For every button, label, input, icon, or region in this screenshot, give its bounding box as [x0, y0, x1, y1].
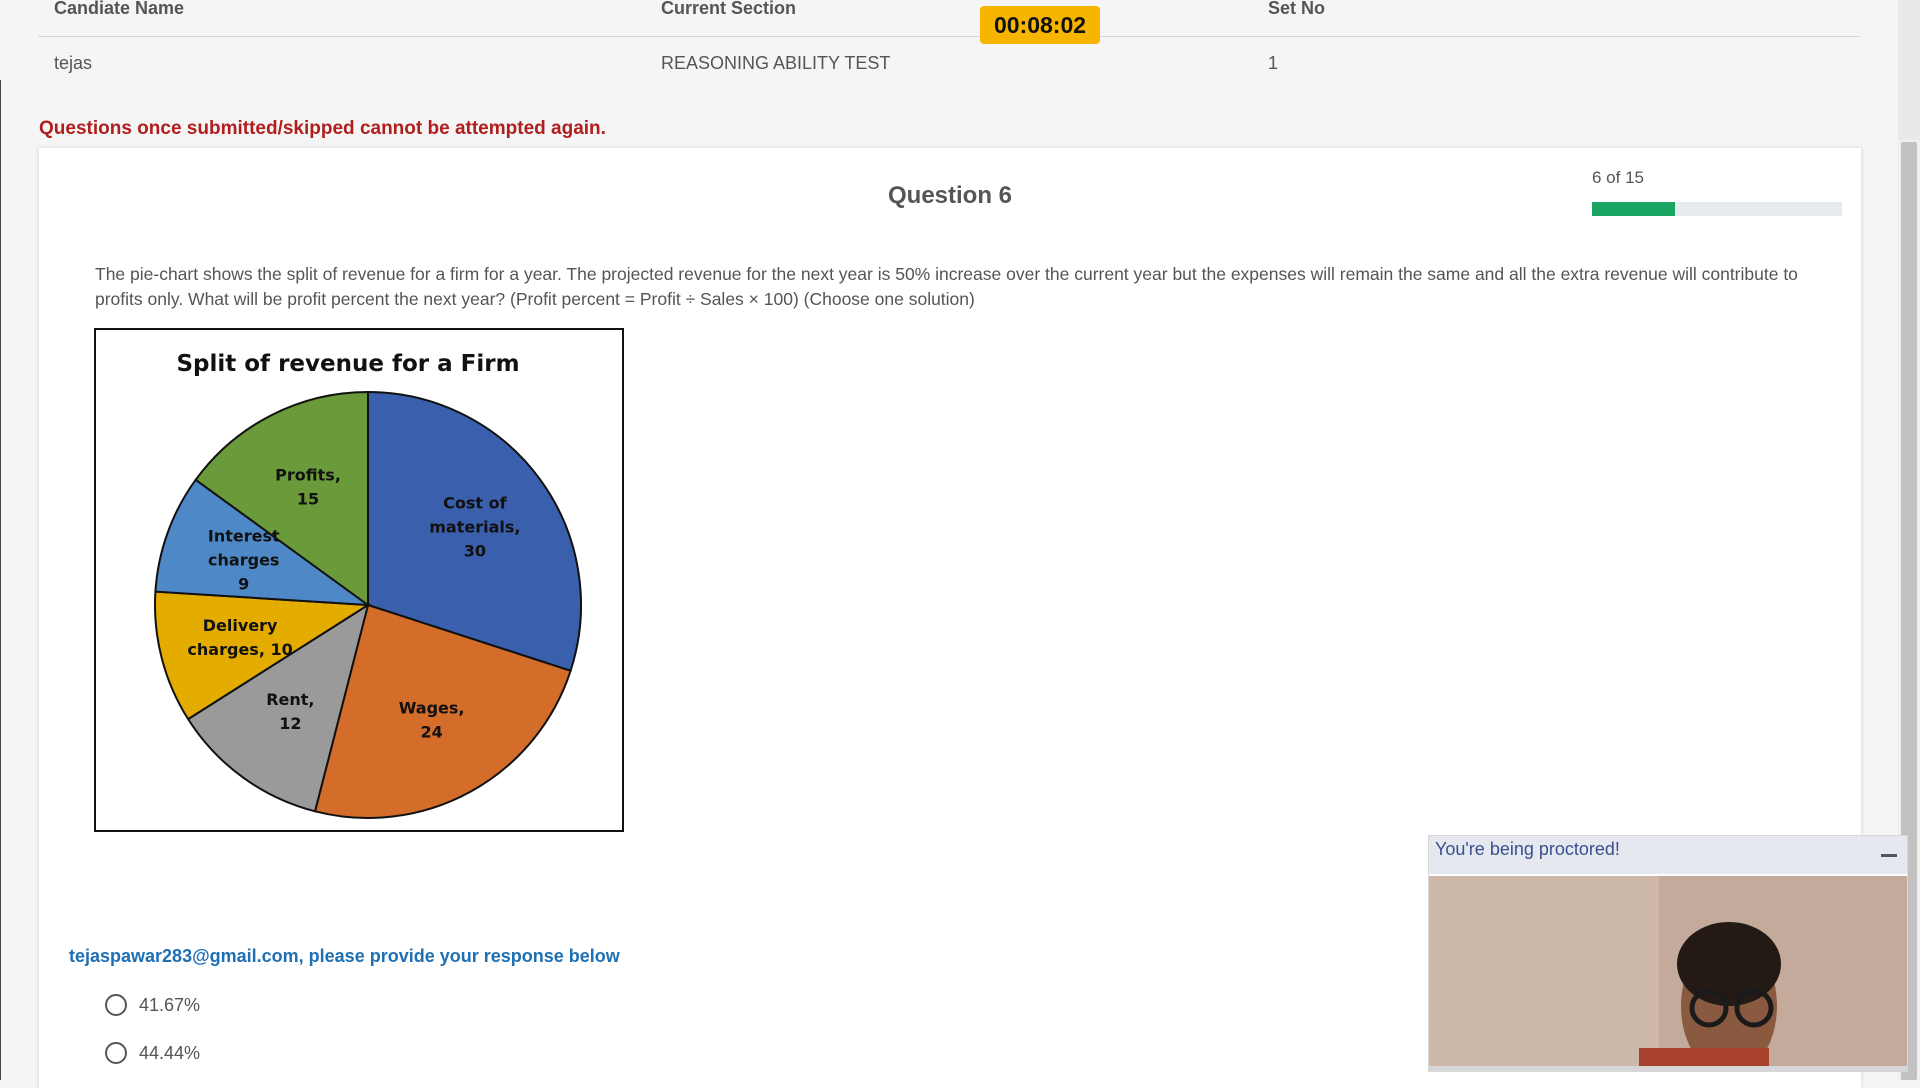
- option-1-radio[interactable]: [105, 994, 127, 1016]
- progress-bar: [1592, 202, 1842, 216]
- minimize-icon[interactable]: [1881, 854, 1897, 857]
- current-section-value: REASONING ABILITY TEST: [661, 53, 891, 73]
- proctor-footer: [1429, 1066, 1907, 1071]
- candidate-name-value: tejas: [54, 53, 93, 73]
- proctor-title: You're being proctored!: [1435, 839, 1620, 859]
- proctor-header: You're being proctored!: [1429, 836, 1907, 874]
- question-title: Question 6: [887, 182, 1013, 209]
- candidate-name-header: Candiate Name: [54, 0, 185, 18]
- webcam-image: [1429, 876, 1907, 1066]
- option-2-radio[interactable]: [105, 1042, 127, 1064]
- option-1-label: 41.67%: [139, 995, 201, 1015]
- option-2-label: 44.44%: [139, 1043, 201, 1063]
- proctor-widget: You're being proctored!: [1428, 835, 1908, 1072]
- value-row: tejas REASONING ABILITY TEST 1: [38, 37, 1860, 87]
- progress-label: 6 of 15: [1592, 168, 1644, 187]
- set-no-value: 1: [1268, 53, 1279, 73]
- chart-title: Split of revenue for a Firm: [176, 351, 519, 377]
- left-edge-line: [0, 80, 1, 1080]
- candidate-info-table: Candiate Name Current Section Set No tej…: [38, 0, 1860, 87]
- countdown-timer: 00:08:02: [980, 6, 1100, 44]
- header-row: Candiate Name Current Section Set No: [38, 0, 1860, 37]
- question-text: The pie-chart shows the split of revenue…: [95, 264, 1798, 309]
- current-section-header: Current Section: [661, 0, 797, 18]
- progress-bar-fill: [1592, 202, 1676, 216]
- scrollbar-track-top: [1898, 0, 1920, 140]
- submission-warning: Questions once submitted/skipped cannot …: [39, 118, 606, 139]
- pie-chart-figure: Split of revenue for a Firm Cost of mater…: [94, 328, 624, 832]
- pie-slices: [154, 390, 582, 819]
- set-no-header: Set No: [1268, 0, 1326, 18]
- webcam-feed: [1429, 876, 1907, 1066]
- response-prompt: tejaspawar283@gmail.com, please provide …: [69, 946, 620, 966]
- pie-chart: Split of revenue for a Firm Cost of mater…: [154, 351, 582, 819]
